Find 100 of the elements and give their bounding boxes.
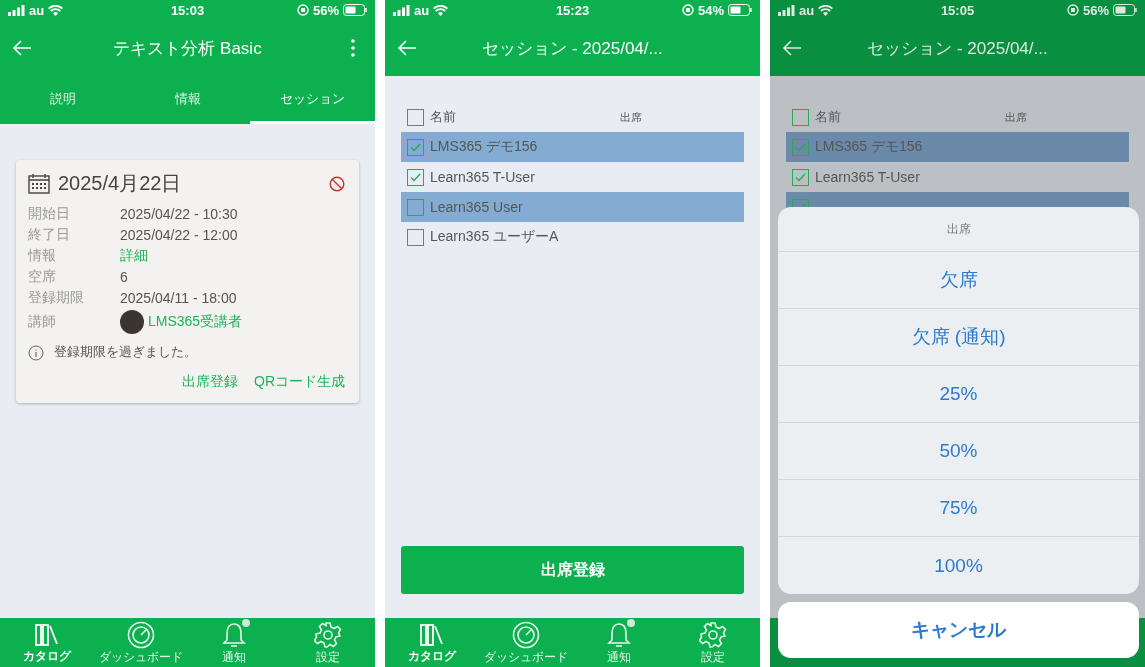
instructor-link[interactable]: LMS365受講者 <box>148 313 243 331</box>
clock-time: 15:23 <box>555 2 590 18</box>
orientation-lock-icon <box>1066 4 1079 16</box>
tab-bar-item[interactable]: カタログ <box>385 618 479 667</box>
sheet-option[interactable]: 欠席 (通知) <box>778 309 1139 366</box>
books-icon[interactable] <box>418 621 445 648</box>
list-row[interactable]: Learn365 T-User <box>786 162 1129 192</box>
screen-title: セッション - 2025/04/... <box>866 37 1049 60</box>
battery-icon <box>1113 4 1137 16</box>
register-attendance-button[interactable]: 出席登録 <box>401 546 744 594</box>
tab-bar-label: 設定 <box>316 649 341 665</box>
gauge-icon[interactable] <box>511 620 540 649</box>
gauge-icon[interactable] <box>126 620 155 649</box>
orientation-lock-icon <box>681 4 694 16</box>
settings-icon[interactable] <box>699 620 728 649</box>
participant-name: LMS365 デモ156 <box>430 138 538 156</box>
participant-name: Learn365 T-User <box>815 169 920 185</box>
field-value: 2025/04/11 - 18:00 <box>120 290 238 306</box>
cancel-button[interactable]: キャンセル <box>778 602 1139 658</box>
clock-time: 15:05 <box>940 2 975 18</box>
checkbox[interactable] <box>407 198 424 216</box>
list-row[interactable]: LMS365 デモ156 <box>786 132 1129 162</box>
column-heading: 出席 <box>1005 109 1027 125</box>
sheet-option[interactable]: 25% <box>778 366 1139 423</box>
calendar-icon <box>28 173 50 194</box>
column-heading: 名前 <box>815 108 841 126</box>
sheet-option[interactable]: 100% <box>778 537 1139 594</box>
participant-name: Learn365 User <box>430 199 523 215</box>
column-heading: 名前 <box>430 108 456 126</box>
bell-icon[interactable] <box>222 620 247 649</box>
action-link[interactable]: 出席登録 <box>182 373 238 391</box>
info-icon <box>28 344 44 361</box>
tab-bar-label: 通知 <box>607 649 632 665</box>
wifi-icon <box>433 4 449 16</box>
field-label: 空席 <box>28 268 57 286</box>
action-link[interactable]: QRコード生成 <box>254 373 345 391</box>
checkbox[interactable] <box>407 138 424 156</box>
tab-bar-label: カタログ <box>22 648 71 664</box>
tab-bar-label: 通知 <box>222 649 247 665</box>
tab-bar-item[interactable]: 設定 <box>281 618 375 667</box>
battery-icon <box>343 4 367 16</box>
sheet-option[interactable]: 欠席 <box>778 252 1139 309</box>
checkbox[interactable] <box>792 138 809 156</box>
deadline-note: 登録期限を過ぎました。 <box>54 344 197 361</box>
participant-name: Learn365 ユーザーA <box>430 228 559 246</box>
tab[interactable]: 説明 <box>0 76 125 124</box>
settings-icon[interactable] <box>314 620 343 649</box>
orientation-lock-icon <box>296 4 309 16</box>
battery-icon <box>728 4 752 16</box>
list-row[interactable]: Learn365 ユーザーA <box>401 222 744 252</box>
clock-time: 15:03 <box>170 2 205 18</box>
checkmark-icon <box>410 142 421 152</box>
signal-icon <box>778 4 795 16</box>
checkbox[interactable] <box>407 228 424 246</box>
tab-bar-item[interactable]: ダッシュボード <box>93 618 188 667</box>
field-value: 6 <box>120 269 129 285</box>
screen-title: テキスト分析 Basic <box>112 37 263 60</box>
list-row[interactable]: Learn365 T-User <box>401 162 744 192</box>
checkmark-icon <box>410 172 421 182</box>
checkbox[interactable] <box>792 108 809 126</box>
details-link[interactable]: 詳細 <box>120 247 345 265</box>
carrier-label: au <box>414 2 430 18</box>
field-label: 開始日 <box>28 205 71 223</box>
tab-bar-label: ダッシュボード <box>98 649 183 665</box>
checkmark-icon <box>795 172 806 182</box>
bell-icon[interactable] <box>607 620 632 649</box>
field-label: 登録期限 <box>28 289 85 307</box>
field-label: 終了日 <box>28 226 71 244</box>
screen-title: セッション - 2025/04/... <box>481 37 664 60</box>
sheet-title: 出席 <box>778 207 1139 252</box>
column-heading: 出席 <box>620 109 642 125</box>
battery-percent: 54% <box>697 2 724 18</box>
tab-bar-label: カタログ <box>407 648 456 664</box>
carrier-label: au <box>799 2 815 18</box>
tab[interactable]: 情報 <box>125 76 250 124</box>
field-label: 講師 <box>28 313 57 331</box>
checkbox[interactable] <box>407 168 424 186</box>
checkbox[interactable] <box>792 168 809 186</box>
tab[interactable]: セッション <box>250 76 375 124</box>
field-value: 2025/04/22 - 12:00 <box>120 227 239 243</box>
sheet-option[interactable]: 50% <box>778 423 1139 480</box>
avatar <box>120 310 144 334</box>
participant-name: Learn365 T-User <box>430 169 535 185</box>
books-icon[interactable] <box>33 621 60 648</box>
checkbox[interactable] <box>407 108 424 126</box>
tab-bar-item[interactable]: カタログ <box>0 618 94 667</box>
tab-bar-item[interactable]: 通知 <box>572 618 667 667</box>
sheet-option[interactable]: 75% <box>778 480 1139 537</box>
wifi-icon <box>48 4 64 16</box>
battery-percent: 56% <box>312 2 339 18</box>
tab-bar-label: 設定 <box>701 649 726 665</box>
participant-name: LMS365 デモ156 <box>815 138 923 156</box>
battery-percent: 56% <box>1082 2 1109 18</box>
field-value: 2025/04/22 - 10:30 <box>120 206 239 222</box>
tab-bar-item[interactable]: 通知 <box>187 618 282 667</box>
prohibited-icon <box>329 175 345 192</box>
tab-bar-item[interactable]: ダッシュボード <box>478 618 573 667</box>
list-row[interactable]: Learn365 User <box>401 192 744 222</box>
list-row[interactable]: LMS365 デモ156 <box>401 132 744 162</box>
tab-bar-item[interactable]: 設定 <box>666 618 760 667</box>
